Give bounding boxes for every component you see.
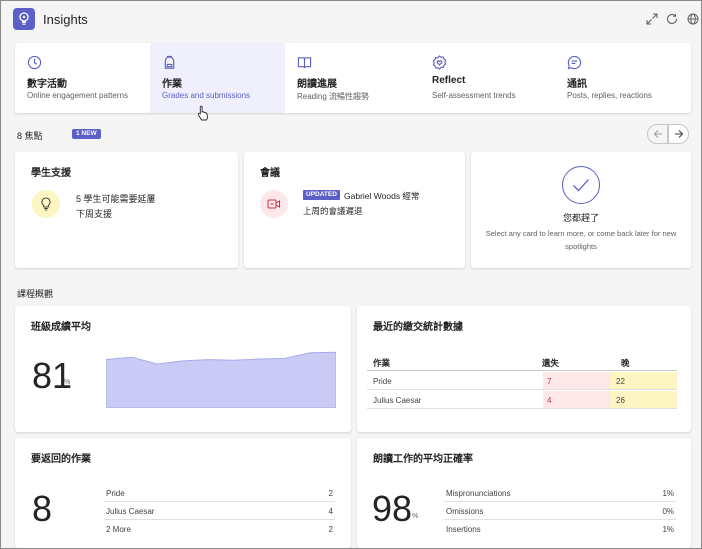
col-assignment: 作業: [373, 358, 391, 368]
item-count: 2: [328, 525, 333, 534]
tab-reflect[interactable]: Reflect Self-assessment trends: [420, 43, 555, 113]
list-item[interactable]: 2 More 2: [104, 520, 335, 538]
card-title: 要返回的作業: [31, 454, 91, 465]
missing-count: 7: [547, 377, 552, 386]
tab-label: 朗讀進展: [297, 79, 337, 90]
next-button[interactable]: [668, 124, 689, 144]
spotlight-card-meetings[interactable]: 會議 UPDATED Gabriel Woods 經常 上周的會議遲退: [244, 152, 465, 268]
table-divider: [367, 370, 677, 371]
insights-app-icon: [13, 8, 35, 30]
updated-badge: UPDATED: [303, 190, 340, 200]
category-tabs: 數字活動 Online engagement patterns 作業 Grade…: [15, 43, 691, 121]
caught-up-title: 您都趕了: [562, 213, 599, 223]
tab-digital-activity[interactable]: 數字活動 Online engagement patterns: [15, 43, 150, 113]
refresh-icon[interactable]: [664, 11, 680, 27]
chat-icon: [567, 55, 582, 70]
checkmark-icon: [562, 166, 600, 204]
list-item[interactable]: Insertions 1%: [444, 520, 676, 538]
meeting-leave-icon: [260, 190, 288, 218]
reading-accuracy-card[interactable]: 朗讀工作的平均正確率 98 % Mispronunciations 1% Omi…: [357, 438, 691, 548]
grade-average-value: 81: [32, 355, 73, 396]
metric-value: 1%: [662, 525, 674, 534]
metric-name: Mispronunciations: [446, 489, 511, 498]
arrow-right-icon: [674, 130, 683, 138]
tab-subtitle: Reading 流暢性趨勢: [297, 92, 370, 101]
to-return-value: 8: [32, 488, 53, 529]
submission-stats-card[interactable]: 最近的繳交統計數據 作業 遺失 晚 Pride 7 22 Julius Caes…: [357, 306, 691, 432]
tab-subtitle: Grades and submissions: [162, 91, 251, 100]
expand-icon[interactable]: [644, 11, 660, 27]
metric-value: 0%: [662, 507, 674, 516]
backpack-icon: [164, 55, 175, 69]
col-late: 晚: [621, 358, 630, 368]
tab-label: 通訊: [567, 79, 587, 90]
grade-trend-chart: [106, 351, 336, 408]
list-item[interactable]: Mispronunciations 1%: [444, 484, 676, 502]
meeting-line-2: 上周的會議遲退: [303, 206, 363, 216]
support-line-1: 5 學生可能需要延屢: [76, 194, 156, 204]
accuracy-unit: %: [412, 513, 419, 520]
card-title: 會議: [260, 168, 280, 179]
list-item[interactable]: Julius Caesar 4: [104, 502, 335, 520]
tab-label: Reflect: [432, 75, 466, 86]
arrow-left-icon: [653, 130, 662, 138]
to-return-card[interactable]: 要返回的作業 8 Pride 2 Julius Caesar 4 2 More …: [15, 438, 351, 548]
late-count: 22: [616, 377, 625, 386]
caught-up-card: 您都趕了 Select any card to learn more, or c…: [471, 152, 691, 268]
grade-average-unit: %: [64, 379, 71, 386]
list-item[interactable]: Omissions 0%: [444, 502, 676, 520]
grade-trend-area: [106, 351, 336, 408]
tab-assignments[interactable]: 作業 Grades and submissions: [150, 43, 285, 121]
globe-icon[interactable]: [685, 11, 701, 27]
assignment-name: Pride: [373, 377, 392, 386]
app-header: Insights: [1, 1, 701, 39]
item-name: Pride: [106, 489, 125, 498]
new-badge: 1 NEW: [72, 129, 101, 139]
previous-button[interactable]: [647, 124, 668, 144]
spotlight-count: 8 焦點: [17, 131, 43, 141]
grade-average-card[interactable]: 班級成績平均 81 %: [15, 306, 351, 432]
tab-subtitle: Posts, replies, reactions: [567, 91, 652, 100]
metric-name: Insertions: [446, 525, 481, 534]
tab-reading-progress[interactable]: 朗讀進展 Reading 流暢性趨勢: [285, 43, 420, 113]
accuracy-value: 98: [372, 488, 413, 529]
item-count: 2: [328, 489, 333, 498]
spotlight-card-student-support[interactable]: 學生支援 5 學生可能需要延屢 下周支援: [15, 152, 238, 268]
card-title: 最近的繳交統計數據: [373, 322, 463, 333]
metric-name: Omissions: [446, 507, 484, 516]
clock-icon: [27, 55, 42, 70]
table-row[interactable]: Julius Caesar 4 26: [367, 391, 677, 409]
missing-cell: [543, 372, 610, 389]
col-missing: 遺失: [542, 358, 560, 368]
heart-badge-icon: [432, 55, 447, 70]
insights-window: Insights 數字活動 Online engagement patterns: [0, 0, 702, 549]
late-count: 26: [616, 396, 625, 405]
card-title: 學生支援: [31, 168, 71, 179]
card-title: 班級成績平均: [31, 322, 91, 333]
tab-communication[interactable]: 通訊 Posts, replies, reactions: [555, 43, 690, 113]
tab-subtitle: Self-assessment trends: [432, 91, 516, 100]
caught-up-text: Select any card to learn more, or come b…: [485, 229, 677, 251]
meeting-line-1: Gabriel Woods 經常: [344, 191, 420, 201]
app-title: Insights: [43, 12, 88, 27]
missing-count: 4: [547, 396, 552, 405]
item-name: Julius Caesar: [106, 507, 155, 516]
tab-subtitle: Online engagement patterns: [27, 91, 128, 100]
tab-label: 數字活動: [27, 79, 67, 90]
metric-value: 1%: [662, 489, 674, 498]
list-item[interactable]: Pride 2: [104, 484, 335, 502]
card-title: 朗讀工作的平均正確率: [373, 454, 473, 465]
item-count: 4: [328, 507, 333, 516]
book-icon: [297, 57, 312, 69]
support-line-2: 下周支援: [76, 209, 113, 219]
table-row[interactable]: Pride 7 22: [367, 372, 677, 390]
hand-cursor-icon: [197, 105, 208, 121]
assignment-name: Julius Caesar: [373, 396, 422, 405]
tab-label: 作業: [162, 79, 182, 90]
missing-cell: [543, 391, 610, 408]
lightbulb-icon: [32, 190, 60, 218]
item-name: 2 More: [106, 525, 131, 534]
course-overview-title: 課程概觀: [17, 289, 54, 299]
